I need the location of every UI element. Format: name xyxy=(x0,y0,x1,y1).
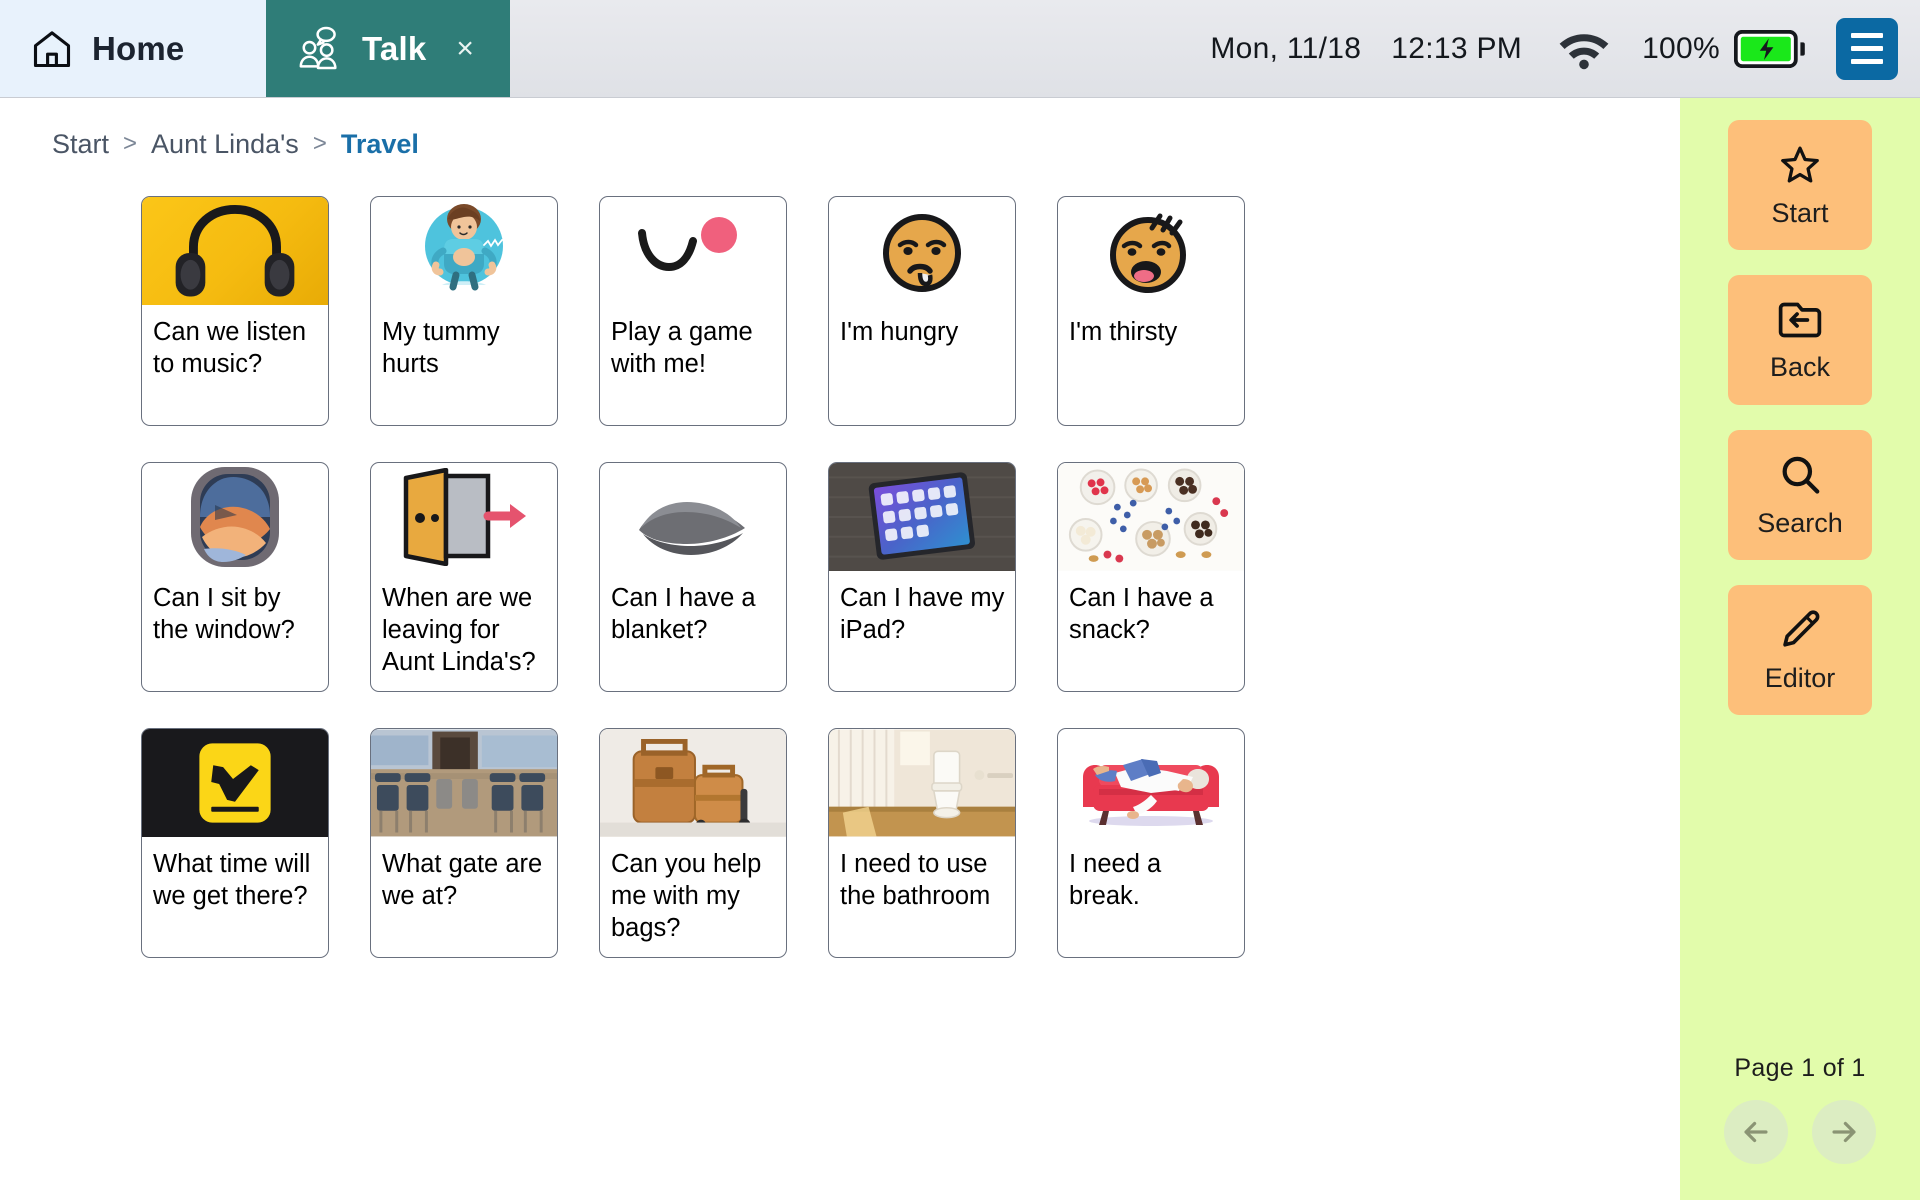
card-label: I'm thirsty xyxy=(1069,318,1178,346)
card-label: I'm hungry xyxy=(840,318,959,346)
airport-gate-seating-photo xyxy=(371,729,557,837)
card-can-i-have-a-snack[interactable]: Can I have a snack? xyxy=(1057,462,1245,692)
sidebar-button-label: Start xyxy=(1771,197,1829,228)
breadcrumb-item-start[interactable]: Start xyxy=(52,129,109,160)
wifi-icon xyxy=(1556,28,1612,70)
page-indicator: Page 1 of 1 xyxy=(1734,1054,1866,1082)
card-label: Play a game with me! xyxy=(611,318,753,379)
card-play-a-game-with-me[interactable]: Play a game with me! xyxy=(599,196,787,426)
ipad-tablet-photo xyxy=(829,463,1015,571)
card-i-need-a-break[interactable]: I need a break. xyxy=(1057,728,1245,958)
breadcrumb-separator: > xyxy=(123,130,138,157)
card-label: My tummy hurts xyxy=(382,318,500,379)
card-im-hungry[interactable]: I'm hungry xyxy=(828,196,1016,426)
close-icon[interactable]: × xyxy=(456,33,474,64)
gray-blanket-photo xyxy=(600,463,786,571)
card-label: What time will we get there? xyxy=(153,850,311,911)
sidebar-button-label: Search xyxy=(1757,507,1843,538)
previous-page-button[interactable] xyxy=(1724,1100,1788,1164)
sidebar-button-label: Back xyxy=(1769,351,1831,382)
battery-percent-label: 100% xyxy=(1642,31,1720,65)
card-can-i-sit-by-the-window[interactable]: Can I sit by the window? xyxy=(141,462,329,692)
top-bar: Home Talk × Mon, 11/18 12:13 PM 100% xyxy=(0,0,1920,98)
card-my-tummy-hurts[interactable]: My tummy hurts xyxy=(370,196,558,426)
luggage-photo xyxy=(600,729,786,837)
breadcrumb-item-travel[interactable]: Travel xyxy=(341,129,419,160)
tab-talk[interactable]: Talk × xyxy=(266,0,510,97)
card-label: Can I have a snack? xyxy=(1069,584,1214,645)
arrivals-sign-photo xyxy=(142,729,328,837)
card-when-are-we-leaving[interactable]: When are we leaving for Aunt Linda's? xyxy=(370,462,558,692)
bathroom-photo xyxy=(829,729,1015,837)
card-what-gate-are-we-at[interactable]: What gate are we at? xyxy=(370,728,558,958)
tab-home-label: Home xyxy=(92,29,185,67)
home-icon xyxy=(30,27,74,71)
card-label: What gate are we at? xyxy=(382,850,543,911)
card-label: Can I have my iPad? xyxy=(840,584,1005,645)
star-icon xyxy=(1777,142,1823,188)
arrow-left-icon xyxy=(1739,1115,1773,1149)
arrow-right-icon xyxy=(1827,1115,1861,1149)
hungry-face-emoji xyxy=(829,197,1015,305)
people-talking-icon xyxy=(296,25,344,73)
breadcrumb: Start > Aunt Linda's > Travel xyxy=(0,98,1680,168)
card-im-thirsty[interactable]: I'm thirsty xyxy=(1057,196,1245,426)
card-label: I need a break. xyxy=(1069,850,1162,911)
status-time: 12:13 PM xyxy=(1391,31,1523,65)
battery-charging-icon xyxy=(1734,29,1806,68)
thirsty-face-emoji xyxy=(1058,197,1244,305)
status-area: Mon, 11/18 12:13 PM 100% xyxy=(1210,0,1920,97)
card-i-need-to-use-the-bathroom[interactable]: I need to use the bathroom xyxy=(828,728,1016,958)
status-date: Mon, 11/18 xyxy=(1210,31,1362,65)
sidebar-button-label: Editor xyxy=(1764,662,1836,693)
card-can-i-have-my-ipad[interactable]: Can I have my iPad? xyxy=(828,462,1016,692)
pencil-icon xyxy=(1777,607,1823,653)
app-body: Start > Aunt Linda's > Travel Can we lis… xyxy=(0,98,1920,1200)
card-can-we-listen-to-music[interactable]: Can we listen to music? xyxy=(141,196,329,426)
headphones-photo xyxy=(142,197,328,305)
main-content: Start > Aunt Linda's > Travel Can we lis… xyxy=(0,98,1680,1200)
card-label: Can I sit by the window? xyxy=(153,584,295,645)
card-label: Can I have a blanket? xyxy=(611,584,756,645)
card-label: Can we listen to music? xyxy=(153,318,307,379)
breadcrumb-item-aunt-lindas[interactable]: Aunt Linda's xyxy=(151,129,299,160)
breadcrumb-separator: > xyxy=(312,130,327,157)
next-page-button[interactable] xyxy=(1812,1100,1876,1164)
tummy-ache-symbol xyxy=(371,197,557,305)
card-can-i-have-a-blanket[interactable]: Can I have a blanket? xyxy=(599,462,787,692)
airplane-window-photo xyxy=(142,463,328,571)
tab-home[interactable]: Home xyxy=(0,0,266,97)
pagination: Page 1 of 1 xyxy=(1680,1054,1920,1164)
sidebar-button-back[interactable]: Back xyxy=(1728,275,1872,405)
phrase-card-grid: Can we listen to music? My tummy hurts P… xyxy=(0,168,1680,1200)
card-what-time-will-we-get-there[interactable]: What time will we get there? xyxy=(141,728,329,958)
right-sidebar: Start Back Search Editor Page 1 of 1 xyxy=(1680,98,1920,1200)
open-door-exit-symbol xyxy=(371,463,557,571)
person-resting-on-couch-illustration xyxy=(1058,729,1244,837)
magnifier-icon xyxy=(1777,452,1823,498)
hamburger-menu-icon[interactable] xyxy=(1836,17,1898,80)
aac-app-window: Home Talk × Mon, 11/18 12:13 PM 100% Sta… xyxy=(0,0,1920,1200)
folder-back-arrow-icon xyxy=(1776,298,1824,342)
tab-talk-label: Talk xyxy=(362,29,427,67)
sidebar-button-search[interactable]: Search xyxy=(1728,430,1872,560)
ball-bounce-symbol xyxy=(600,197,786,305)
card-label: Can you help me with my bags? xyxy=(611,850,762,943)
card-label: When are we leaving for Aunt Linda's? xyxy=(382,584,536,677)
card-label: I need to use the bathroom xyxy=(840,850,991,911)
sidebar-button-editor[interactable]: Editor xyxy=(1728,585,1872,715)
card-can-you-help-me-with-my-bags[interactable]: Can you help me with my bags? xyxy=(599,728,787,958)
snack-bowls-photo xyxy=(1058,463,1244,571)
sidebar-button-start[interactable]: Start xyxy=(1728,120,1872,250)
